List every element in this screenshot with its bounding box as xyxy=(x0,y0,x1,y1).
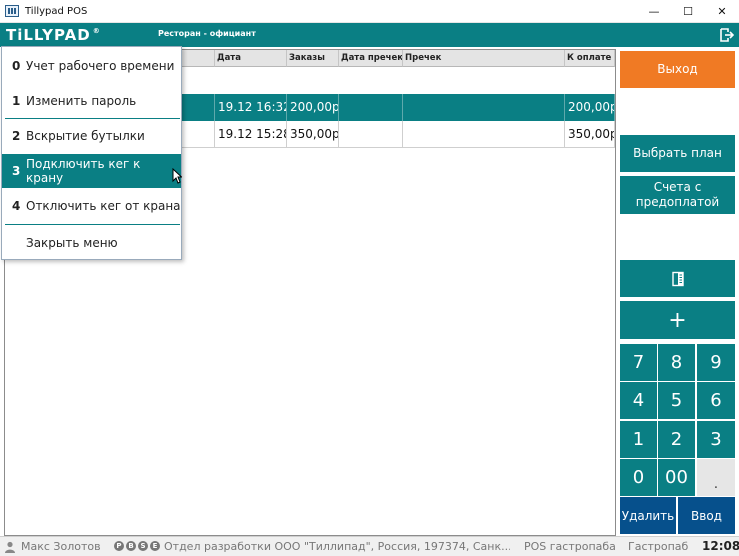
table-cell: 350,00р xyxy=(565,121,615,148)
window-title: Tillypad POS xyxy=(25,5,88,17)
app-header: TiLLYPAD ® Ресторан - официант xyxy=(0,23,739,47)
maximize-button[interactable]: ☐ xyxy=(671,0,705,23)
logout-icon[interactable] xyxy=(719,27,735,43)
panel-toggle-button[interactable] xyxy=(620,260,735,297)
logo-text: TiLLYPAD xyxy=(6,26,91,44)
prepaid-bills-button[interactable]: Счета с предоплатой xyxy=(620,176,735,214)
column-header[interactable]: Дата пречека xyxy=(339,50,403,67)
menu-item[interactable]: 3 Подключить кег к крану xyxy=(2,154,181,188)
menu-item-label: Закрыть меню xyxy=(26,236,118,250)
app-icon xyxy=(5,5,19,17)
keypad-key[interactable]: 7 xyxy=(620,344,657,381)
menu-item-number: 2 xyxy=(12,129,21,143)
keypad-key[interactable]: 2 xyxy=(658,421,695,458)
keypad-key[interactable]: 00 xyxy=(658,459,695,496)
table-cell xyxy=(403,121,565,148)
column-header[interactable]: Дата xyxy=(215,50,287,67)
terminal-label: POS гастропаба xyxy=(524,540,616,553)
user-name: Макс Золотов xyxy=(21,540,101,553)
add-button[interactable]: + xyxy=(620,301,735,339)
keypad-key[interactable]: 5 xyxy=(658,382,695,419)
menu-item[interactable]: 0 Учет рабочего времени xyxy=(2,49,181,83)
menu-item-number: 1 xyxy=(12,94,21,108)
table-cell xyxy=(339,121,403,148)
menu-item-label: Вскрытие бутылки xyxy=(26,129,145,143)
menu-item-number: 4 xyxy=(12,199,21,213)
choose-plan-button[interactable]: Выбрать план xyxy=(620,135,735,172)
enter-button[interactable]: Ввод xyxy=(678,497,735,534)
keypad-key[interactable]: 1 xyxy=(620,421,657,458)
menu-item-label: Отключить кег от крана xyxy=(26,199,181,213)
status-badge: E xyxy=(150,541,160,551)
status-badge: P xyxy=(114,541,124,551)
keypad-key[interactable]: 3 xyxy=(697,421,735,458)
minimize-button[interactable]: — xyxy=(637,0,671,23)
menu-item-label: Изменить пароль xyxy=(26,94,137,108)
table-cell xyxy=(339,94,403,121)
menu-item-label: Учет рабочего времени xyxy=(26,59,175,73)
menu-item[interactable]: Закрыть меню xyxy=(2,226,181,260)
menu-separator xyxy=(5,224,180,225)
table-cell: 19.12 15:28 xyxy=(215,121,287,148)
mouse-cursor-icon xyxy=(172,168,182,184)
keypad-key[interactable]: 6 xyxy=(697,382,735,419)
menu-item-number: 0 xyxy=(12,59,21,73)
table-cell: 200,00р xyxy=(287,94,339,121)
status-badge: S xyxy=(138,541,148,551)
column-header[interactable]: К оплате xyxy=(565,50,615,67)
window-titlebar: Tillypad POS — ☐ ✕ xyxy=(0,0,739,23)
menu-separator xyxy=(5,118,180,119)
hall-label: Гастропаб xyxy=(628,540,689,553)
tillypad-logo: TiLLYPAD ® xyxy=(6,26,101,44)
close-button[interactable]: ✕ xyxy=(705,0,739,23)
table-cell: 19.12 16:32 xyxy=(215,94,287,121)
right-panel: Выход Выбрать план Счета с предоплатой +… xyxy=(618,49,739,536)
exit-button[interactable]: Выход xyxy=(620,51,735,88)
user-icon xyxy=(5,541,15,553)
menu-item-number: 3 xyxy=(12,164,21,178)
menu-item[interactable]: 4 Отключить кег от крана xyxy=(2,189,181,223)
keypad-key[interactable]: 4 xyxy=(620,382,657,419)
keypad-key[interactable]: 9 xyxy=(697,344,735,381)
status-badges: PBSE xyxy=(114,541,162,551)
column-header[interactable]: Заказы xyxy=(287,50,339,67)
table-cell: 350,00р xyxy=(287,121,339,148)
status-badge: B xyxy=(126,541,136,551)
column-header[interactable]: Пречек xyxy=(403,50,565,67)
delete-button[interactable]: Удалить xyxy=(620,497,676,534)
table-cell: 200,00р xyxy=(565,94,615,121)
panel-icon xyxy=(671,271,684,286)
tillypad-pos-window: Tillypad POS — ☐ ✕ TiLLYPAD ® Ресторан -… xyxy=(0,0,739,556)
function-menu: 0 Учет рабочего времени 1 Изменить пароль 2 В… xyxy=(1,46,182,260)
keypad-key[interactable]: . xyxy=(697,459,735,496)
clock: 12:08 xyxy=(702,539,739,553)
menu-item[interactable]: 2 Вскрытие бутылки xyxy=(2,119,181,153)
organization-label: Отдел разработки ООО "Тиллипад", Россия,… xyxy=(164,540,510,553)
status-bar: Макс Золотов PBSE Отдел разработки ООО "… xyxy=(0,536,739,556)
table-cell xyxy=(403,94,565,121)
context-title: Ресторан - официант xyxy=(158,29,256,38)
current-user: Макс Золотов xyxy=(4,540,101,553)
menu-item[interactable]: 1 Изменить пароль xyxy=(2,84,181,118)
keypad-key[interactable]: 8 xyxy=(658,344,695,381)
menu-item-label: Подключить кег к крану xyxy=(25,157,141,185)
logo-mark: ® xyxy=(92,27,101,35)
keypad-key[interactable]: 0 xyxy=(620,459,657,496)
